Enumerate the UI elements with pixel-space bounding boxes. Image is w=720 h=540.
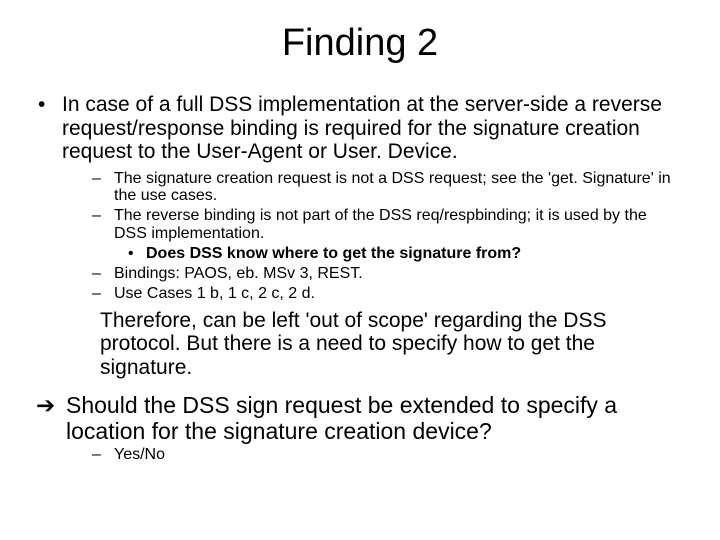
bullet-l2-text: Use Cases 1 b, 1 c, 2 c, 2 d. <box>114 285 684 303</box>
bullet-level2: – Bindings: PAOS, eb. MSv 3, REST. <box>36 265 684 283</box>
arrow-text: Should the DSS sign request be extended … <box>66 393 684 444</box>
bullet-l2-text: The signature creation request is not a … <box>114 170 684 206</box>
yes-no-text: Yes/No <box>114 446 684 464</box>
bullet-level2: – Yes/No <box>36 446 684 464</box>
bullet-level1: • In case of a full DSS implementation a… <box>36 93 684 164</box>
bullet-dot-icon: • <box>128 245 146 263</box>
bullet-dash-icon: – <box>92 446 114 464</box>
arrow-bullet: ➔ Should the DSS sign request be extende… <box>36 393 684 444</box>
bullet-level2: – Use Cases 1 b, 1 c, 2 c, 2 d. <box>36 285 684 303</box>
bullet-dash-icon: – <box>92 265 114 283</box>
therefore-text: Therefore, can be left 'out of scope' re… <box>72 309 684 380</box>
bullet-l2-text: Bindings: PAOS, eb. MSv 3, REST. <box>114 265 684 283</box>
bullet-l2-text: The reverse binding is not part of the D… <box>114 207 684 243</box>
bullet-dash-icon: – <box>92 285 114 303</box>
arrow-right-icon: ➔ <box>36 393 66 444</box>
bullet-dash-icon: – <box>92 170 114 206</box>
bullet-level2: – The reverse binding is not part of the… <box>36 207 684 243</box>
bullet-dot-icon: • <box>36 93 62 164</box>
slide: Finding 2 • In case of a full DSS implem… <box>0 0 720 540</box>
bullet-level3: • Does DSS know where to get the signatu… <box>36 245 684 263</box>
bullet-level2: – The signature creation request is not … <box>36 170 684 206</box>
bullet-l3-text: Does DSS know where to get the signature… <box>146 245 684 263</box>
bullet-dash-icon: – <box>92 207 114 243</box>
slide-title: Finding 2 <box>36 22 684 65</box>
bullet-l1-text: In case of a full DSS implementation at … <box>62 93 684 164</box>
